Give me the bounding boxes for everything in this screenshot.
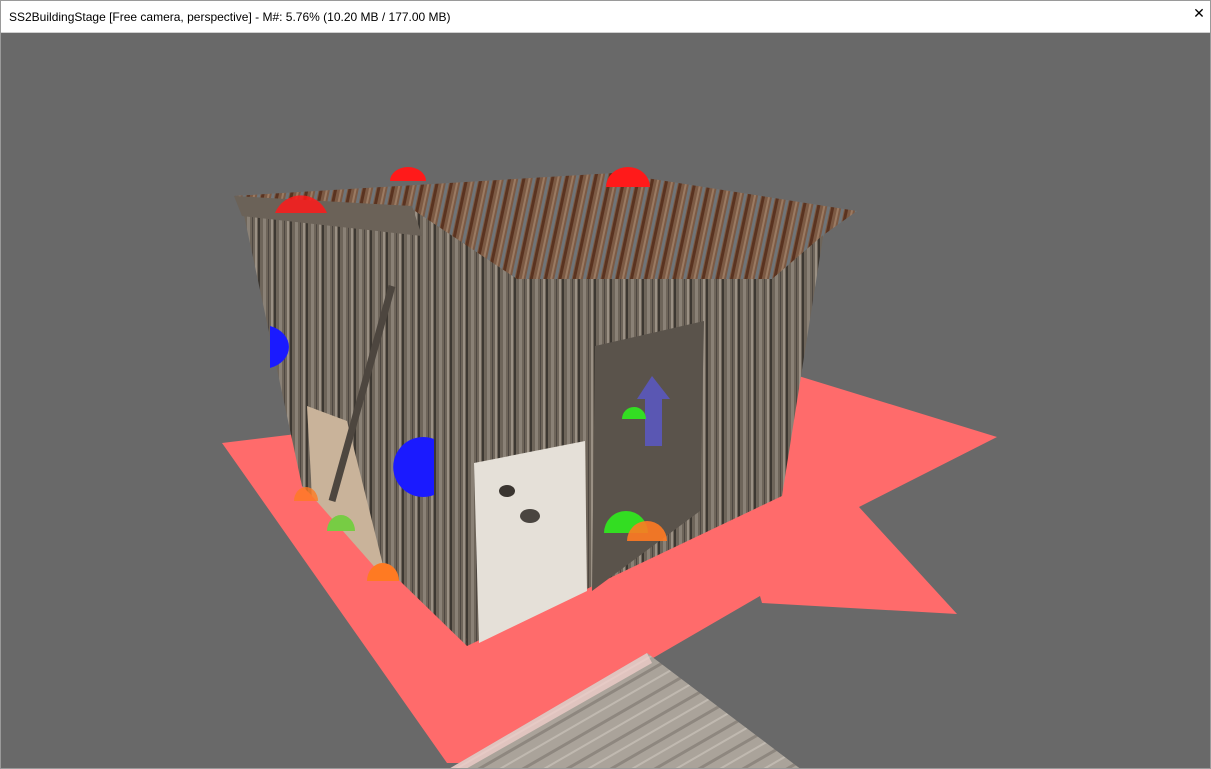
red-marker[interactable]	[606, 167, 650, 187]
close-icon: ✕	[1193, 4, 1205, 21]
red-marker[interactable]	[390, 167, 426, 181]
editor-window: SS2BuildingStage [Free camera, perspecti…	[0, 0, 1211, 769]
3d-viewport[interactable]	[2, 33, 1210, 768]
panel-stain	[499, 485, 515, 497]
window-title: SS2BuildingStage [Free camera, perspecti…	[9, 9, 451, 24]
close-button[interactable]: ✕	[1188, 1, 1210, 25]
title-bar[interactable]: SS2BuildingStage [Free camera, perspecti…	[1, 1, 1210, 33]
panel-stain	[520, 509, 540, 523]
